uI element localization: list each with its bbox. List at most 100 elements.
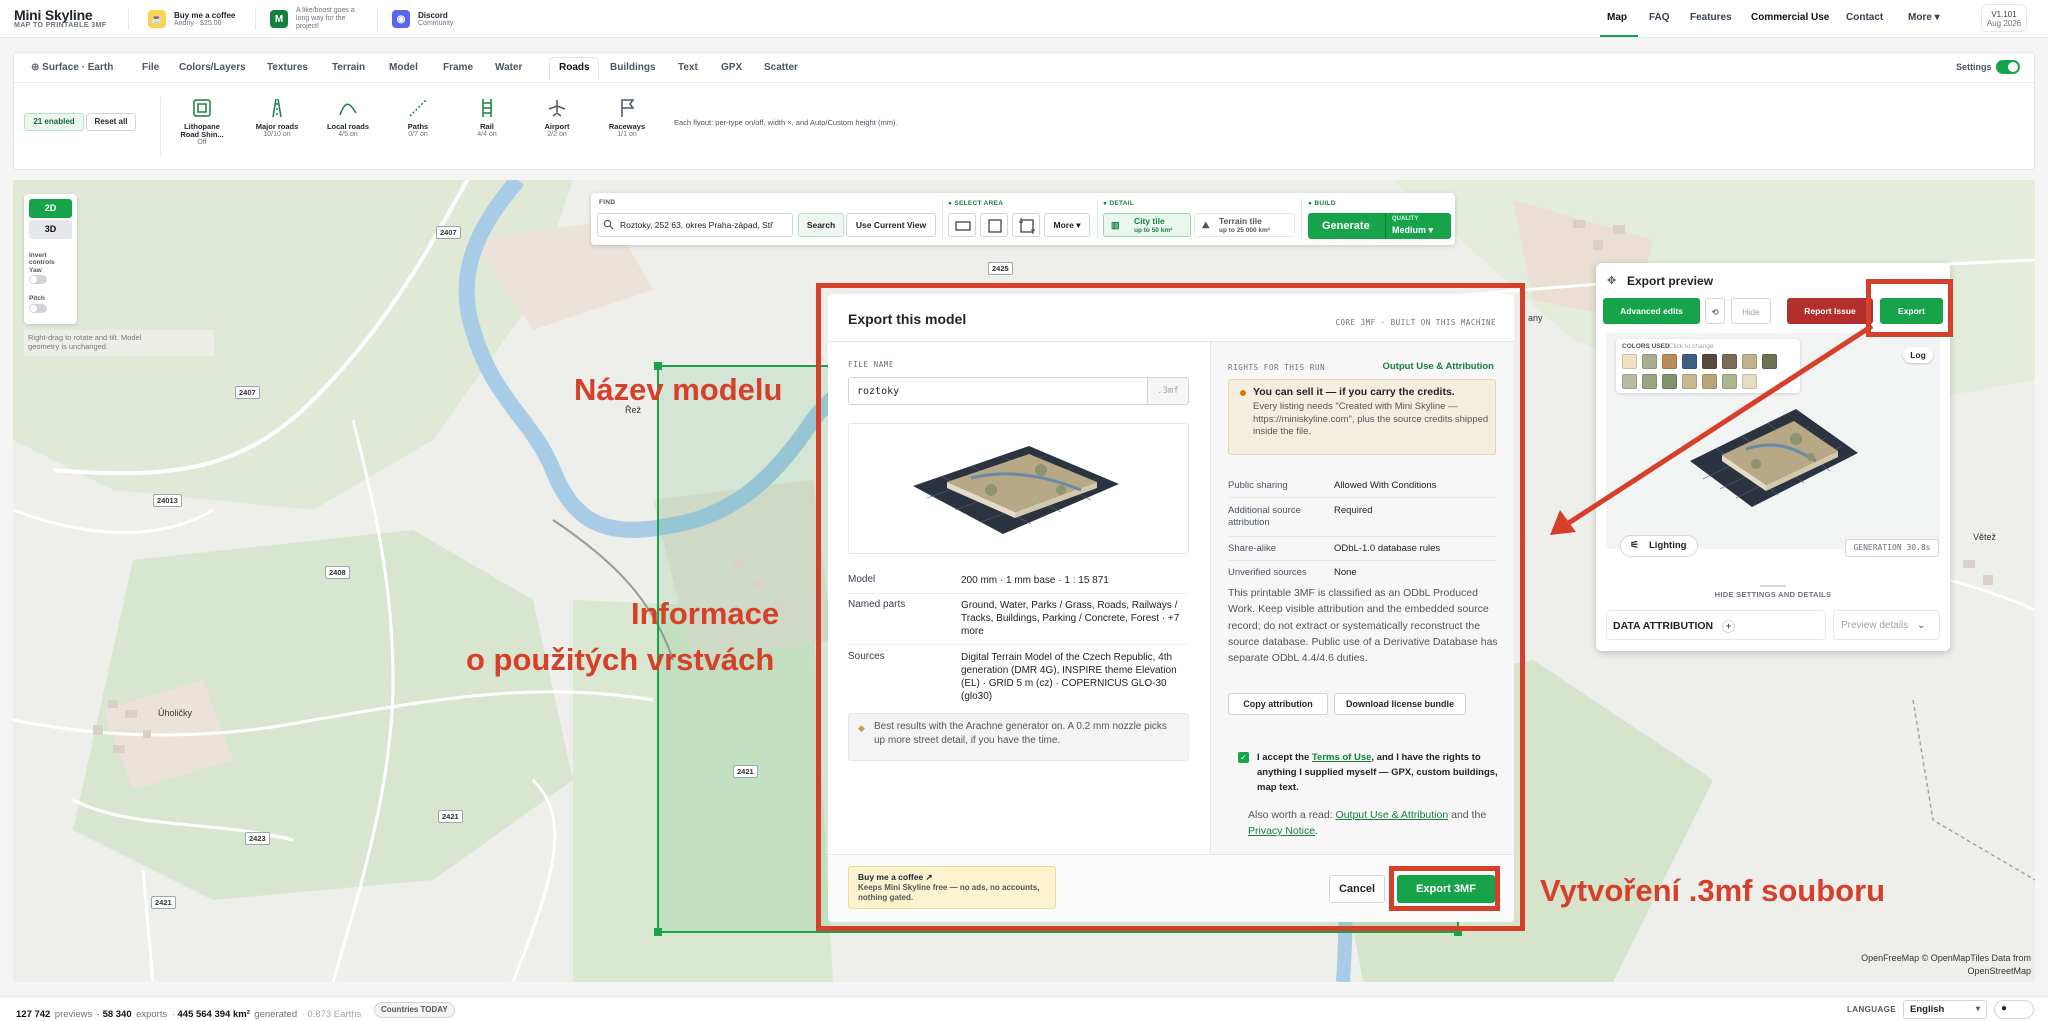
chevron-down-icon: ⌄ xyxy=(1917,620,1926,631)
nav-map[interactable]: Map xyxy=(1607,12,1627,23)
tab-surface[interactable]: ⊕ Surface · Earth xyxy=(31,62,113,73)
sell-notice-title: You can sell it — if you carry the credi… xyxy=(1253,386,1455,398)
promo-coffee[interactable]: ☕ Buy me a coffee Andriy · $25.00 xyxy=(148,7,235,31)
move-icon[interactable]: ✥ xyxy=(1607,274,1616,287)
nav-contact[interactable]: Contact xyxy=(1846,12,1883,23)
drag-hint-line2: geometry is unchanged. xyxy=(28,342,109,351)
tab-roads[interactable]: Roads xyxy=(559,62,590,73)
chevron-down-icon: ▾ xyxy=(1975,1004,1980,1013)
tab-buildings[interactable]: Buildings xyxy=(610,62,656,73)
tab-frame[interactable]: Frame xyxy=(443,62,473,73)
countries-today-badge[interactable]: Countries TODAY xyxy=(374,1002,455,1018)
yaw-toggle[interactable] xyxy=(29,275,47,284)
road-number-label: 2408 xyxy=(325,566,350,579)
road-number-label: 2421 xyxy=(151,896,176,909)
warning-dot-icon xyxy=(1240,390,1246,396)
nav-faq[interactable]: FAQ xyxy=(1649,12,1670,23)
more-select-button[interactable]: More ▾ xyxy=(1044,213,1090,237)
city-icon: ▥ xyxy=(1111,220,1120,230)
settings-toggle[interactable] xyxy=(1996,60,2020,74)
tab-model[interactable]: Model xyxy=(389,62,418,73)
tab-scatter[interactable]: Scatter xyxy=(764,62,798,73)
rectangle-select-icon xyxy=(955,221,971,231)
rights-paragraph: This printable 3MF is classified as an O… xyxy=(1228,587,1498,665)
nav-commercial-use[interactable]: Commercial Use xyxy=(1751,12,1829,23)
enabled-count-button[interactable]: 21 enabled xyxy=(24,113,84,131)
copy-attribution-button[interactable]: Copy attribution xyxy=(1228,693,1328,715)
road-number-label: 2423 xyxy=(245,832,270,845)
tab-terrain[interactable]: Terrain xyxy=(332,62,365,73)
language-select[interactable]: English ▾ xyxy=(1903,1000,1987,1019)
log-button[interactable]: Log xyxy=(1903,347,1933,363)
modal-model-preview xyxy=(848,423,1189,554)
privacy-notice-link[interactable]: Privacy Notice xyxy=(1248,825,1315,837)
invert-label: Invert xyxy=(29,252,47,259)
data-attribution-button[interactable]: DATA ATTRIBUTION + xyxy=(1606,610,1826,640)
annotation-create-file: Vytvoření .3mf souboru xyxy=(1540,873,1886,908)
search-button[interactable]: Search xyxy=(798,213,844,237)
place-label-velez: Větež xyxy=(1973,532,1997,542)
road-type-rail[interactable]: Rail 4/4 on xyxy=(454,97,520,139)
search-input[interactable]: Roztoky, 252 63, okres Praha-západ, Stř xyxy=(597,213,793,237)
mode-3d-button[interactable]: 3D xyxy=(29,220,72,239)
info-value: Ground, Water, Parks / Grass, Roads, Rai… xyxy=(961,600,1180,637)
version-badge[interactable]: V1.101 Aug 2026 xyxy=(1981,4,2027,32)
nav-features[interactable]: Features xyxy=(1690,12,1732,23)
nav-more[interactable]: More ▾ xyxy=(1908,12,1940,23)
square-select-button[interactable] xyxy=(980,213,1008,237)
road-type-raceways[interactable]: Raceways 1/1 on xyxy=(594,97,660,139)
road-type-local[interactable]: Local roads 4/5 on xyxy=(315,97,381,139)
hide-settings-link[interactable]: HIDE SETTINGS AND DETAILS xyxy=(1596,590,1950,599)
promo-boost[interactable]: M A like/boost goes a long way for the p… xyxy=(270,7,355,31)
download-license-button[interactable]: Download license bundle xyxy=(1334,693,1466,715)
tab-text[interactable]: Text xyxy=(678,62,698,73)
use-current-view-button[interactable]: Use Current View xyxy=(846,213,936,237)
city-tile-button[interactable]: ▥ City tile up to 50 km² xyxy=(1103,213,1191,237)
tab-gpx[interactable]: GPX xyxy=(721,62,742,73)
frame-select-button[interactable] xyxy=(1012,213,1040,237)
tab-file[interactable]: File xyxy=(142,62,159,73)
tab-colors-layers[interactable]: Colors/Layers xyxy=(179,62,246,73)
preview-details-select[interactable]: Preview details ⌄ xyxy=(1833,610,1940,640)
info-row-sources: Sources Digital Terrain Model of the Cze… xyxy=(848,651,1189,707)
square-select-icon xyxy=(988,219,1002,233)
promo-coffee-sub: Andriy · $25.00 xyxy=(174,19,222,27)
road-type-major[interactable]: Major roads 10/10 on xyxy=(244,97,310,139)
road-type-lithopane[interactable]: Lithopane Road Shin... Off xyxy=(169,97,235,147)
promo-discord-title: Discord xyxy=(418,10,448,20)
nav-active-underline xyxy=(1600,35,1638,37)
generate-button[interactable]: Generate QUALITY Medium ▾ xyxy=(1308,213,1451,239)
terrain-tile-button[interactable]: ⛰ Terrain tile up to 25 000 km² xyxy=(1194,213,1295,237)
accept-terms-checkbox[interactable]: ✓ xyxy=(1238,752,1249,763)
output-use-attribution-link[interactable]: Output Use & Attribution xyxy=(1336,809,1449,821)
drag-handle[interactable] xyxy=(1760,585,1786,587)
theme-toggle[interactable]: ● xyxy=(1994,1000,2034,1019)
terms-of-use-link[interactable]: Terms of Use xyxy=(1312,752,1371,763)
tab-textures[interactable]: Textures xyxy=(267,62,308,73)
brand-title[interactable]: Mini Skyline xyxy=(14,7,93,23)
nav-more-label: More xyxy=(1908,12,1932,23)
rectangle-select-button[interactable] xyxy=(948,213,976,237)
settings-label: Settings xyxy=(1956,62,1992,72)
output-use-link[interactable]: Output Use & Attribution xyxy=(1382,361,1494,372)
annotation-layers-line1: Informace xyxy=(631,596,780,631)
road-type-paths[interactable]: Paths 0/7 on xyxy=(385,97,451,139)
build-label: ● BUILD xyxy=(1308,200,1336,207)
file-name-input[interactable]: roztoky xyxy=(848,377,1148,405)
coffee-card[interactable]: Buy me a coffee ↗ Keeps Mini Skyline fre… xyxy=(848,866,1056,909)
promo-discord[interactable]: ◉ Discord Community xyxy=(392,7,453,31)
road-type-airport[interactable]: Airport 2/2 on xyxy=(524,97,590,139)
pitch-label: Pitch xyxy=(29,295,45,302)
road-number-label: 2425 xyxy=(988,262,1013,275)
top-header: Mini Skyline MAP TO PRINTABLE 3MF ☕ Buy … xyxy=(0,0,2048,38)
cancel-button[interactable]: Cancel xyxy=(1329,875,1385,903)
mode-2d-button[interactable]: 2D xyxy=(29,199,72,218)
tab-water[interactable]: Water xyxy=(495,62,522,73)
road-type-status: Off xyxy=(197,139,207,146)
info-value: 200 mm · 1 mm base · 1 : 15 871 xyxy=(961,575,1109,586)
road-type-name: Airport xyxy=(544,122,570,131)
reset-all-button[interactable]: Reset all xyxy=(86,113,136,131)
quality-select[interactable]: Medium ▾ xyxy=(1392,225,1433,236)
rail-icon xyxy=(482,99,492,117)
pitch-toggle[interactable] xyxy=(29,304,47,313)
